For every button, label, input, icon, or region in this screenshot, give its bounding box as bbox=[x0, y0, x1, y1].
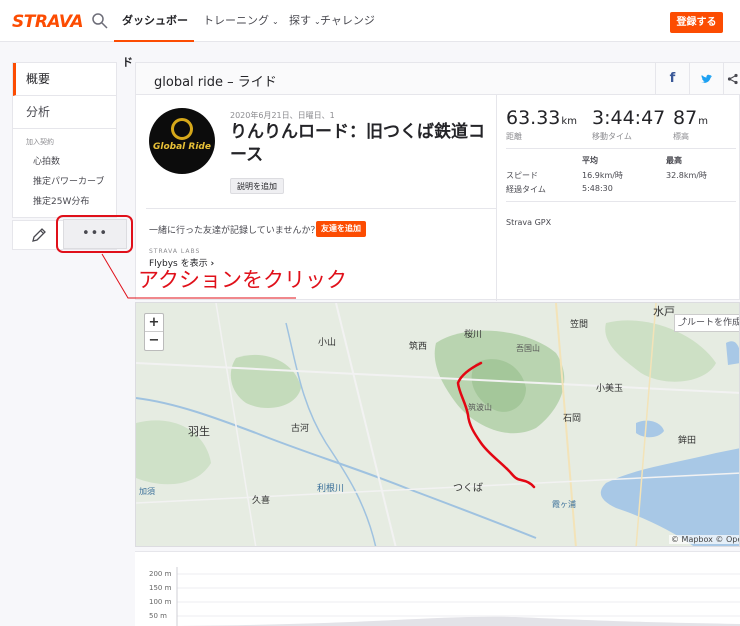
search-icon[interactable] bbox=[91, 12, 109, 30]
moving-time-label: 移動タイム bbox=[592, 132, 632, 141]
map-label: 石岡 bbox=[563, 414, 582, 424]
map-canvas bbox=[136, 303, 739, 546]
twitter-share-button[interactable] bbox=[689, 63, 723, 95]
speed-max: 32.8km/時 bbox=[666, 171, 707, 180]
map-attribution[interactable]: © Mapbox © Open bbox=[669, 535, 739, 544]
distance-label: 距離 bbox=[506, 132, 522, 141]
zoom-in-button[interactable]: + bbox=[145, 314, 163, 332]
elapsed-time-label: 経過タイム bbox=[506, 185, 546, 194]
map-label: 筑波山 bbox=[468, 403, 492, 412]
distance-number: 63.33 bbox=[506, 107, 561, 129]
share-button[interactable] bbox=[723, 63, 740, 95]
map-label: 利根川 bbox=[317, 484, 345, 494]
divider bbox=[506, 201, 736, 202]
nav-training[interactable]: トレーニング ⌄ bbox=[203, 0, 279, 42]
map-label: 笠間 bbox=[570, 320, 589, 330]
create-route-label: ルートを作成 bbox=[687, 318, 740, 328]
zoom-out-button[interactable]: − bbox=[145, 332, 163, 350]
map-label: 吾国山 bbox=[516, 344, 540, 353]
tab-overview[interactable]: 概要 bbox=[13, 63, 116, 96]
activity-header-title: global ride – ライド bbox=[154, 75, 277, 90]
subscription-section-label: 加入契約 bbox=[26, 138, 54, 146]
top-nav: STRAVA ダッシュボード⌄ トレーニング⌄ 探す⌄ チャレンジ 登録する bbox=[0, 0, 740, 69]
friend-question: 一緒に行った友達が記録していませんか？ bbox=[149, 226, 320, 236]
map-label: 小美玉 bbox=[596, 384, 624, 394]
add-friend-button[interactable]: 友達を追加 bbox=[316, 221, 366, 237]
max-header: 最高 bbox=[666, 156, 682, 165]
add-description-button[interactable]: 説明を追加 bbox=[230, 178, 284, 194]
signup-button[interactable]: 登録する bbox=[670, 12, 723, 33]
twitter-icon bbox=[701, 74, 712, 83]
highlight-box bbox=[56, 215, 133, 253]
elapsed-time-avg: 5:48:30 bbox=[582, 184, 613, 193]
tab-analysis[interactable]: 分析 bbox=[13, 96, 116, 129]
activity-date: 2020年6月21日、日曜日、1 bbox=[230, 111, 335, 120]
map-label: 小山 bbox=[318, 338, 337, 348]
activity-header: global ride – ライド f bbox=[136, 63, 740, 95]
nav-training-label: トレーニング bbox=[203, 14, 269, 27]
route-icon: ⤴ bbox=[678, 318, 688, 328]
elevation-unit: m bbox=[698, 116, 708, 127]
gear-logo-icon bbox=[171, 118, 193, 140]
map-label: 鉾田 bbox=[678, 436, 697, 446]
nav-explore-label: 探す bbox=[289, 14, 311, 27]
avg-header: 平均 bbox=[582, 156, 598, 165]
zoom-control: + − bbox=[144, 313, 164, 351]
facebook-share-button[interactable]: f bbox=[655, 63, 689, 95]
map-label: 加須 bbox=[139, 487, 155, 496]
chevron-down-icon: ⌄ bbox=[272, 17, 279, 26]
device-name: Strava GPX bbox=[506, 218, 552, 227]
map-label: 水戸 bbox=[653, 305, 675, 318]
route-map[interactable]: + − ⤴ルートを作成 水戸 笠間 桜川 筑西 小山 羽生 古河 小美玉 石岡 … bbox=[135, 302, 740, 547]
speed-label: スピード bbox=[506, 171, 538, 180]
map-label: つくば bbox=[453, 483, 483, 494]
distance-value: 63.33km bbox=[506, 107, 577, 129]
elevation-value: 87m bbox=[673, 107, 708, 129]
elevation-number: 87 bbox=[673, 107, 698, 129]
sidebar-item-heart-rate[interactable]: 心拍数 bbox=[13, 151, 116, 171]
map-label: 霞ヶ浦 bbox=[552, 500, 576, 509]
facebook-icon: f bbox=[669, 71, 676, 86]
nav-challenges[interactable]: チャレンジ bbox=[320, 0, 375, 42]
map-label: 桜川 bbox=[464, 330, 483, 340]
elevation-chart: 200 m 150 m 100 m 50 m bbox=[135, 551, 740, 626]
sidebar-item-power-curve[interactable]: 推定パワーカーブ bbox=[13, 171, 116, 191]
sidebar-item-power-distribution[interactable]: 推定25W分布 bbox=[13, 191, 116, 217]
speed-avg: 16.9km/時 bbox=[582, 171, 623, 180]
nav-dashboard-label: ダッシュボード bbox=[122, 14, 188, 69]
pencil-icon[interactable] bbox=[30, 226, 48, 244]
activity-title: りんりんロード：旧つくば鉄道コース bbox=[230, 122, 485, 165]
strava-labs-label: STRAVA LABS bbox=[149, 248, 201, 255]
map-label: 羽生 bbox=[188, 425, 210, 438]
share-icon bbox=[727, 73, 738, 85]
divider bbox=[146, 208, 496, 209]
map-label: 筑西 bbox=[409, 342, 428, 352]
sidebar: 概要 分析 加入契約 心拍数 推定パワーカーブ 推定25W分布 bbox=[12, 62, 117, 218]
map-label: 古河 bbox=[291, 424, 310, 434]
map-label: 久喜 bbox=[252, 496, 271, 506]
athlete-avatar[interactable]: Global Ride bbox=[149, 108, 215, 174]
divider bbox=[496, 95, 497, 301]
moving-time-value: 3:44:47 bbox=[592, 107, 666, 129]
strava-logo[interactable]: STRAVA bbox=[12, 12, 84, 32]
nav-challenges-label: チャレンジ bbox=[320, 14, 375, 27]
callout-annotation: アクションをクリック bbox=[138, 268, 347, 292]
nav-explore[interactable]: 探す ⌄ bbox=[289, 0, 321, 42]
create-route-button[interactable]: ⤴ルートを作成 bbox=[674, 314, 740, 332]
nav-dashboard[interactable]: ダッシュボード⌄ bbox=[114, 0, 194, 69]
elevation-profile bbox=[176, 567, 740, 626]
divider bbox=[506, 148, 736, 149]
elevation-label: 標高 bbox=[673, 132, 689, 141]
distance-unit: km bbox=[561, 116, 577, 127]
avatar-brand-text: Global Ride bbox=[153, 142, 211, 152]
